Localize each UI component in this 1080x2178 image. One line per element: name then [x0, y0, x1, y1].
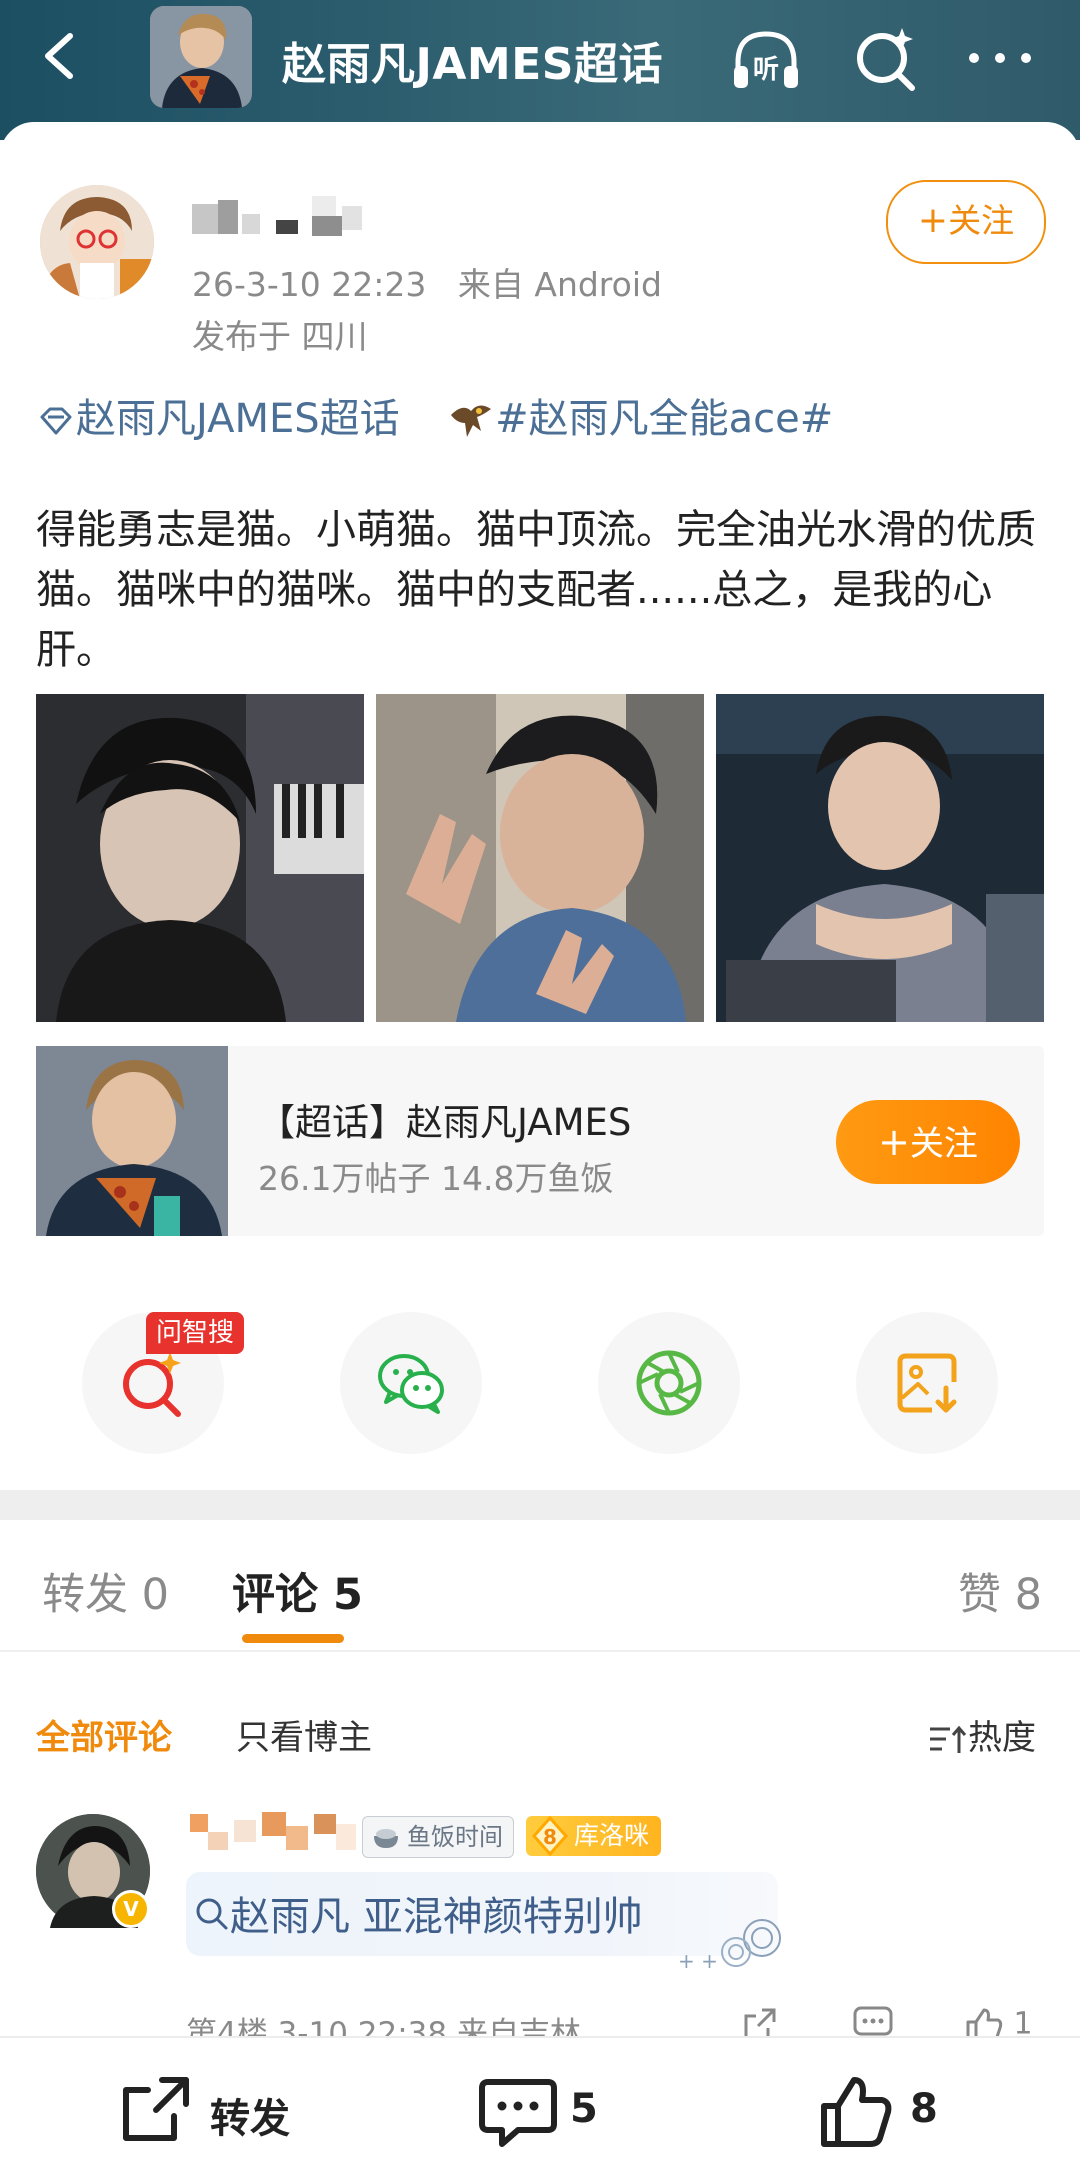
- fan-badge: 鱼饭时间: [362, 1816, 514, 1858]
- bottom-action-bar: 转发 5 8: [0, 2036, 1080, 2178]
- verified-badge-icon: V: [112, 1890, 150, 1928]
- back-icon[interactable]: [36, 30, 84, 82]
- share-moments-button[interactable]: [598, 1312, 740, 1454]
- tabs-underline: [0, 1650, 1080, 1652]
- section-divider: [0, 1490, 1080, 1520]
- tab-reposts[interactable]: 转发 0: [42, 1560, 169, 1622]
- listen-icon[interactable]: 听: [728, 22, 804, 98]
- wechat-icon: [378, 1354, 444, 1414]
- active-tab-indicator: [242, 1634, 344, 1643]
- svg-text:听: 听: [753, 55, 779, 85]
- super-topic-avatar[interactable]: [150, 6, 252, 108]
- follow-label: 关注: [909, 1124, 978, 1164]
- repost-label: 转发: [210, 2096, 290, 2142]
- sort-icon: [930, 1725, 967, 1753]
- plus-icon: +: [878, 1120, 910, 1164]
- rice-bowl-icon: [374, 1829, 398, 1848]
- like-icon: [821, 2077, 892, 2147]
- post-text: 得能勇志是猫。小萌猫。猫中顶流。完全油光水滑的优质猫。猫咪中的猫咪。猫中的支配者…: [36, 507, 1036, 673]
- comment-button[interactable]: 5: [478, 2074, 678, 2147]
- tab-comments[interactable]: 评论 5: [232, 1560, 363, 1622]
- post-photo-3[interactable]: [716, 694, 1044, 1022]
- post-timestamp: 26-3-10 22:23: [192, 265, 427, 304]
- filter-author-only[interactable]: 只看博主: [236, 1710, 372, 1759]
- like-button[interactable]: 8: [818, 2074, 1018, 2147]
- author-avatar[interactable]: [40, 185, 154, 299]
- super-topic-title: 【超话】赵雨凡JAMES: [258, 1101, 632, 1144]
- super-topic-diamond-icon: [40, 407, 72, 435]
- eagle-icon: [451, 405, 492, 437]
- sort-by-hot[interactable]: 热度: [928, 1710, 1036, 1759]
- level-badge: 8 库洛咪: [526, 1816, 662, 1856]
- post-source: 来自 Android: [457, 265, 662, 304]
- follow-author-button[interactable]: +关注: [886, 180, 1046, 264]
- post-tags: 赵雨凡JAMES超话 #赵雨凡全能ace#: [36, 386, 833, 445]
- like-count: 8: [910, 2086, 938, 2132]
- repost-button[interactable]: 转发: [118, 2074, 338, 2146]
- svg-text:+ +: + +: [678, 1949, 718, 1973]
- rose-decoration-icon: + +: [678, 1919, 781, 1973]
- search-icon[interactable]: [848, 22, 924, 98]
- sort-label: 热度: [968, 1718, 1036, 1758]
- tag-super-topic[interactable]: 赵雨凡JAMES超话: [76, 396, 400, 442]
- super-topic-image: [36, 1046, 228, 1236]
- comment-icon: [479, 2079, 557, 2147]
- level-diamond-icon: 8: [531, 1816, 569, 1856]
- super-topic-card[interactable]: 【超话】赵雨凡JAMES 26.1万帖子 14.8万鱼饭 +关注: [36, 1046, 1044, 1236]
- fan-badge-label: 鱼饭时间: [407, 1823, 503, 1851]
- save-image-button[interactable]: [856, 1312, 998, 1454]
- svg-text:8: 8: [543, 1825, 557, 1849]
- repost-icon: [123, 2077, 189, 2141]
- post-meta: 26-3-10 22:23 来自 Android: [192, 258, 662, 306]
- page-title: 赵雨凡JAMES超话: [282, 39, 663, 90]
- super-topic-stats: 26.1万帖子 14.8万鱼饭: [258, 1159, 614, 1198]
- plus-icon: +: [917, 200, 949, 241]
- post-location: 发布于 四川: [192, 317, 368, 356]
- level-badge-label: 库洛咪: [574, 1821, 650, 1850]
- save-image-icon: [897, 1353, 957, 1413]
- ai-search-icon: [123, 1352, 181, 1417]
- follow-super-topic-button[interactable]: +关注: [836, 1100, 1020, 1184]
- comment-text: 赵雨凡 亚混神颜特别帅: [230, 1894, 643, 1940]
- more-icon[interactable]: [962, 22, 1038, 98]
- share-wechat-button[interactable]: [340, 1312, 482, 1454]
- ai-search-badge: 问智搜: [146, 1312, 245, 1354]
- top-bar: 赵雨凡JAMES超话 听: [0, 0, 1080, 140]
- tab-likes[interactable]: 赞 8: [958, 1560, 1042, 1622]
- post-photo-2[interactable]: [376, 694, 704, 1022]
- comment-count: 5: [570, 2086, 598, 2132]
- moments-icon: [636, 1350, 702, 1416]
- follow-label: 关注: [948, 201, 1015, 240]
- search-link-icon: [196, 1898, 228, 1930]
- tag-topic[interactable]: #赵雨凡全能ace#: [495, 396, 833, 442]
- post-photo-1[interactable]: [36, 694, 364, 1022]
- filter-all-comments[interactable]: 全部评论: [36, 1710, 172, 1759]
